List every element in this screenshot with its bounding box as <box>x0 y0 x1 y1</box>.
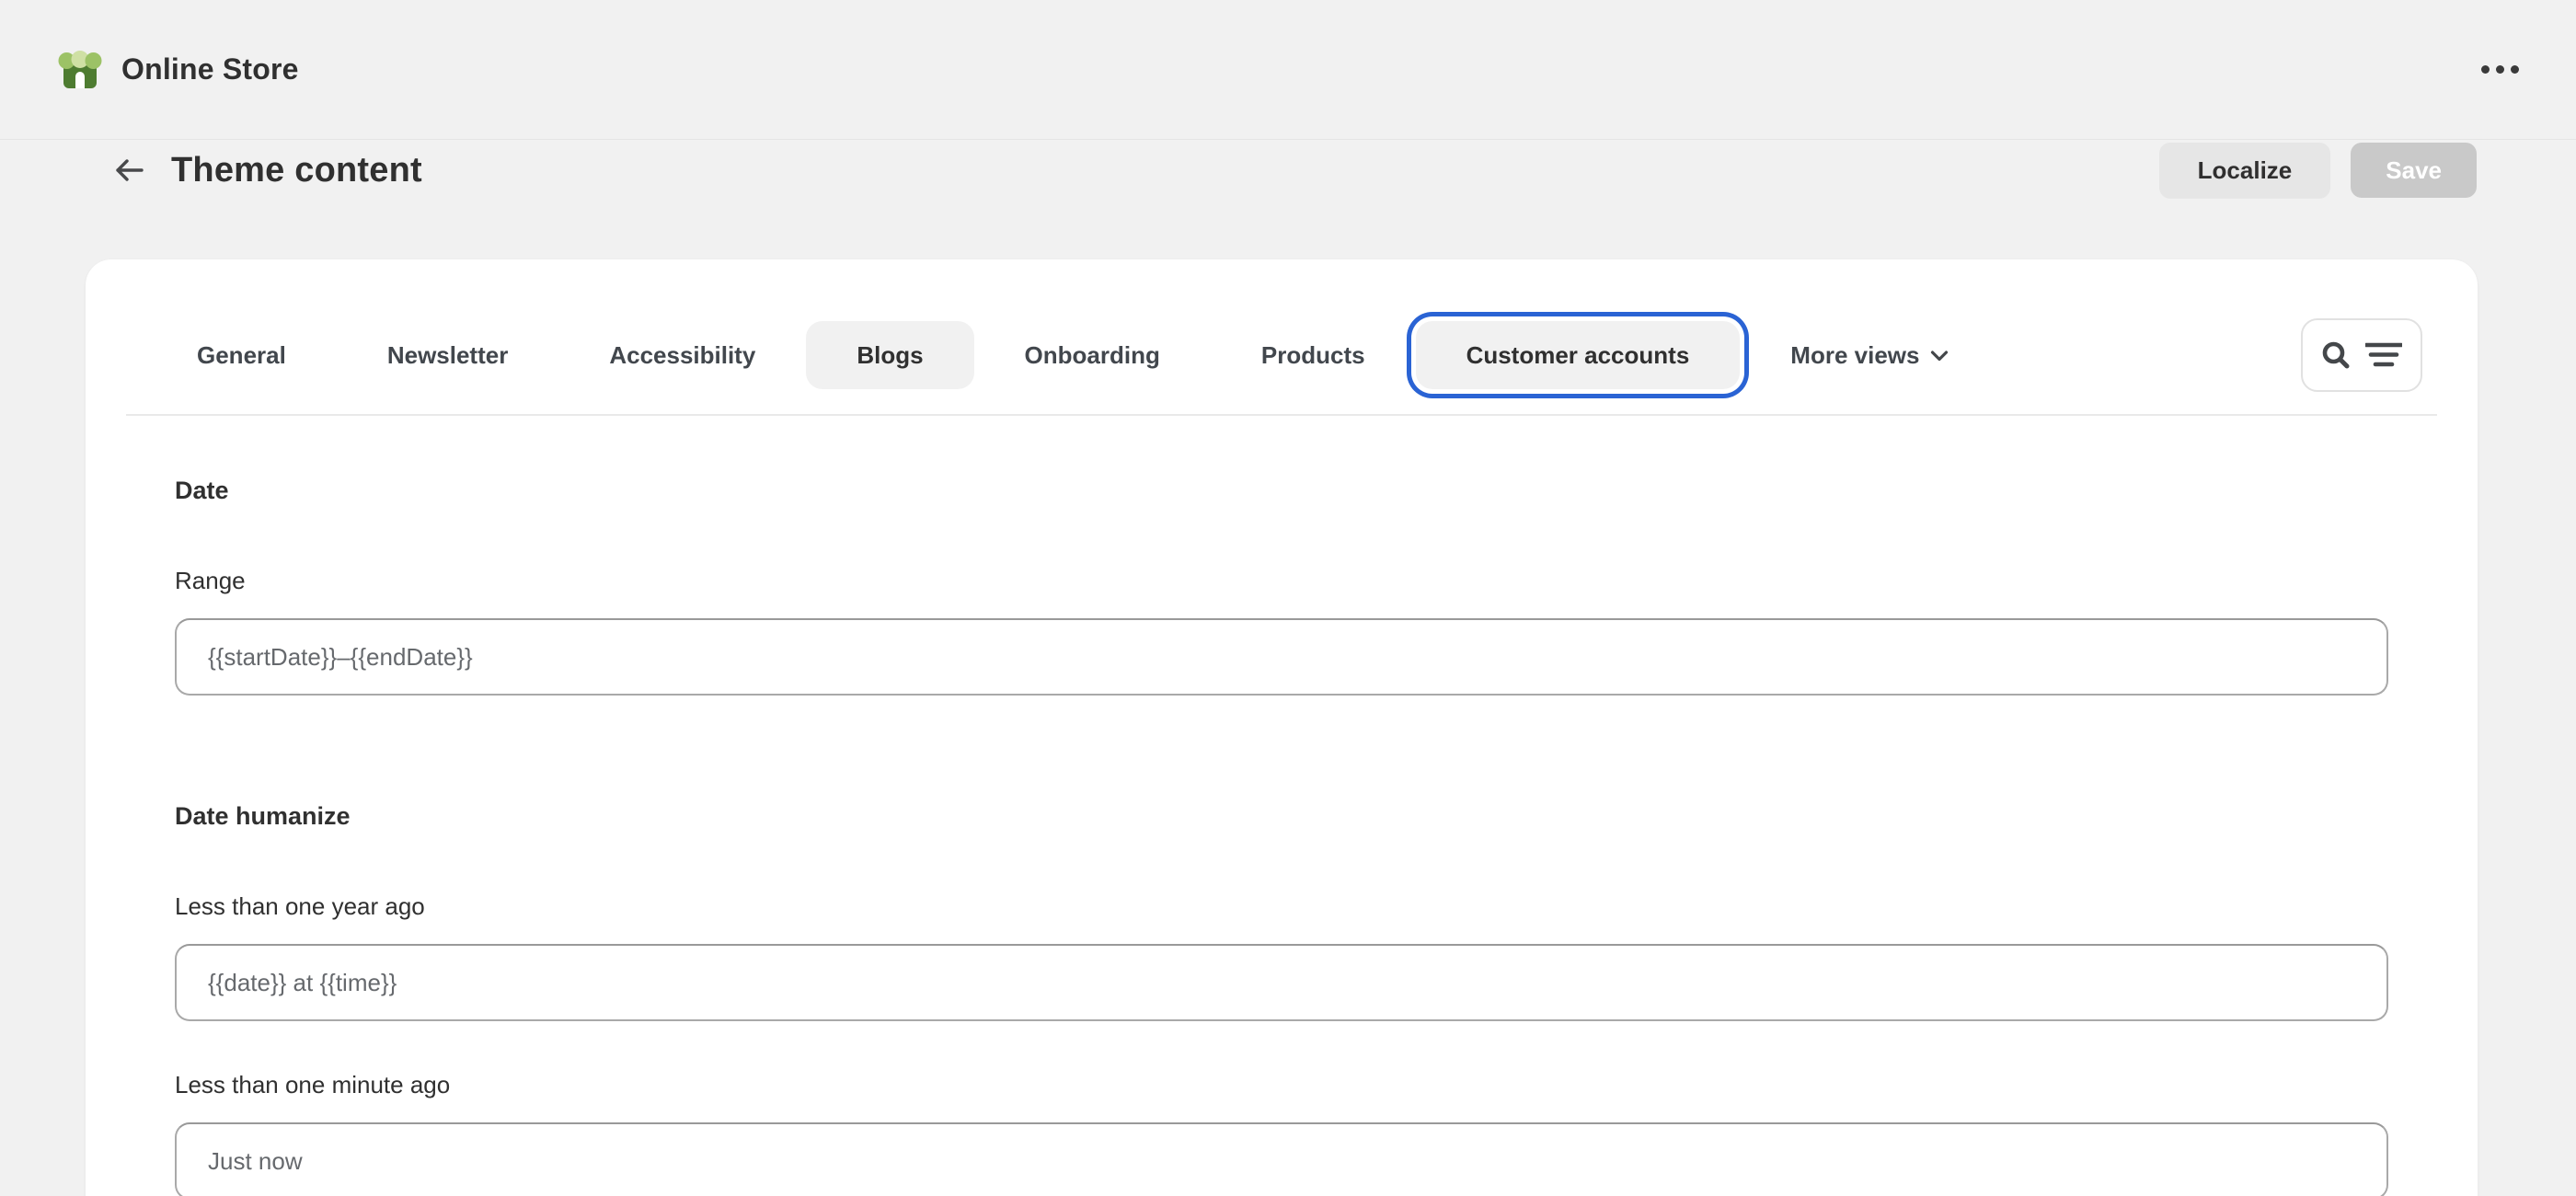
less-than-one-minute-ago-input[interactable] <box>175 1122 2388 1196</box>
tab-customer-accounts[interactable]: Customer accounts <box>1416 321 1741 389</box>
search-and-filter-button[interactable] <box>2301 318 2422 392</box>
app-bar: Online Store <box>0 0 2576 140</box>
page-header: Theme content Localize Save <box>0 142 2576 199</box>
page-title: Theme content <box>171 151 422 190</box>
tab-onboarding[interactable]: Onboarding <box>974 321 1211 389</box>
online-store-icon <box>57 48 103 92</box>
translation-form: Date Range Date humanize Less than one y… <box>86 416 2478 1196</box>
app-title: Online Store <box>121 52 299 86</box>
horizontal-dots-icon[interactable] <box>2472 56 2528 83</box>
field-label-less-than-one-year-ago: Less than one year ago <box>175 891 2388 922</box>
section-heading-date: Date <box>175 475 2388 506</box>
section-heading-date-humanize: Date humanize <box>175 800 2388 832</box>
tab-more-views[interactable]: More views <box>1740 321 1999 389</box>
save-button[interactable]: Save <box>2351 143 2477 198</box>
back-arrow-icon[interactable] <box>110 152 147 189</box>
localize-button[interactable]: Localize <box>2159 143 2331 198</box>
header-actions: Localize Save <box>2159 143 2477 198</box>
tab-products[interactable]: Products <box>1211 321 1416 389</box>
range-input[interactable] <box>175 618 2388 696</box>
theme-content-card: General Newsletter Accessibility Blogs O… <box>86 259 2478 1196</box>
search-icon <box>2321 340 2351 370</box>
tab-general[interactable]: General <box>146 321 337 389</box>
less-than-one-year-ago-input[interactable] <box>175 944 2388 1021</box>
tab-accessibility[interactable]: Accessibility <box>558 321 806 389</box>
tab-newsletter[interactable]: Newsletter <box>337 321 559 389</box>
field-label-range: Range <box>175 565 2388 596</box>
chevron-down-icon <box>1930 350 1949 362</box>
tab-blogs[interactable]: Blogs <box>806 321 973 389</box>
tab-bar: General Newsletter Accessibility Blogs O… <box>86 259 2478 414</box>
filter-lines-icon <box>2365 341 2402 369</box>
field-label-less-than-one-minute-ago: Less than one minute ago <box>175 1069 2388 1100</box>
